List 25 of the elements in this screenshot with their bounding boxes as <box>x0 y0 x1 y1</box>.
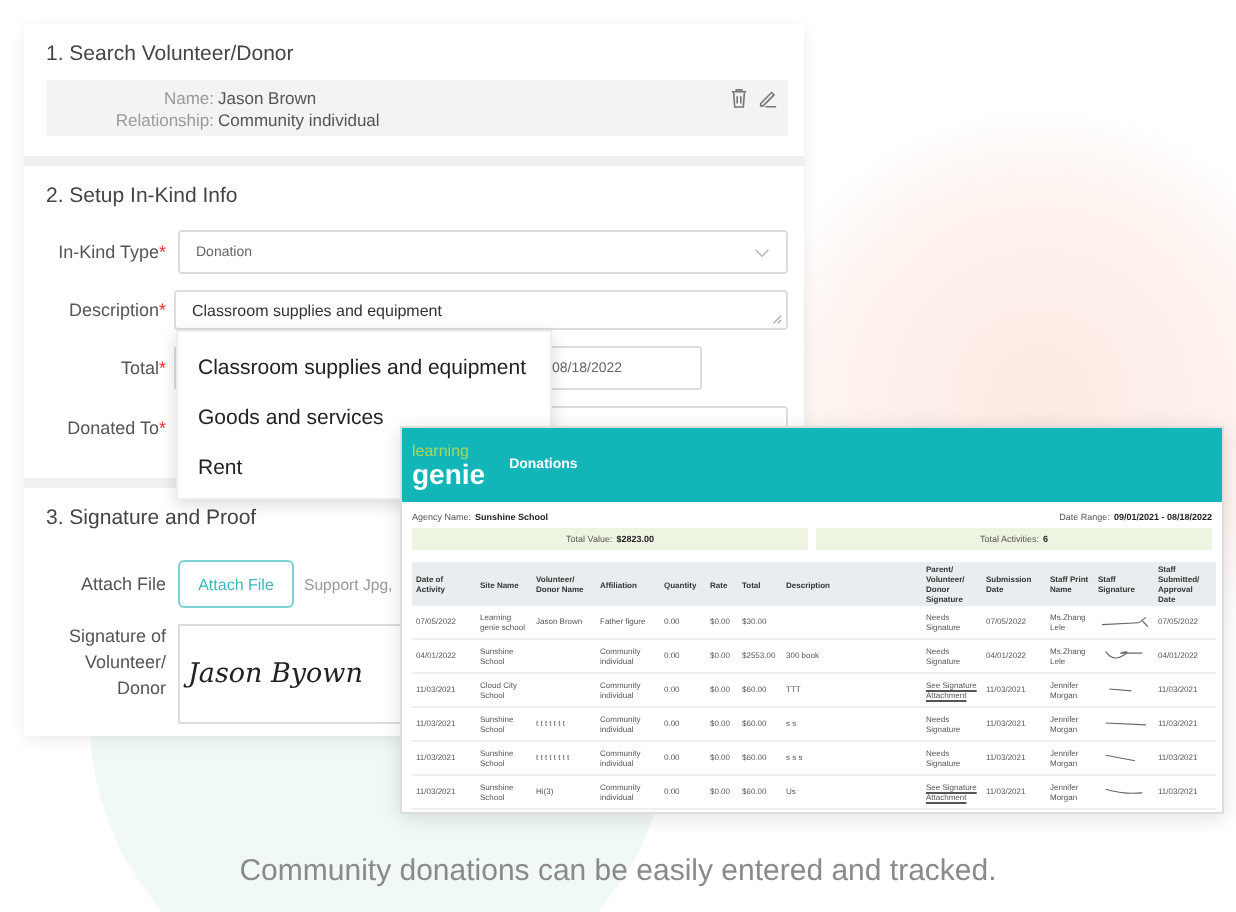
field-label: In-Kind Type* <box>56 242 166 262</box>
chevron-icon <box>754 247 770 257</box>
signature-text: Jason Byown <box>188 658 363 690</box>
caption: Community donations can be easily entered and tracked. <box>237 854 999 888</box>
resize-handle-icon[interactable] <box>772 314 782 324</box>
field-label: Donated To* <box>65 418 166 438</box>
section-title: 3. Signature and Proof <box>46 506 257 532</box>
field-value: Jason Brown <box>218 88 317 108</box>
field-label: Name: <box>161 88 214 108</box>
field-label: Attach File <box>78 574 166 594</box>
pen-icon[interactable] <box>758 88 778 108</box>
field-label: Signature of Volunteer/ Donor <box>66 624 166 702</box>
dropdown-option[interactable]: Classroom supplies and equipment <box>178 344 547 394</box>
logo-text: genie <box>412 459 486 487</box>
dropdown-option[interactable]: Goods and services <box>178 394 404 444</box>
description-field[interactable]: Classroom supplies and equipment <box>174 290 788 330</box>
field-value: Community individual <box>218 110 380 130</box>
field-label: Description* <box>66 300 166 320</box>
logo-text: learning <box>412 443 471 459</box>
field-label: Total* <box>118 358 166 378</box>
section-title: 1. Search Volunteer/Donor <box>46 42 294 68</box>
trash-icon[interactable] <box>730 88 748 108</box>
section-title: 2. Setup In-Kind Info <box>46 184 238 210</box>
dropdown-option[interactable]: Rent <box>178 444 263 494</box>
field-label: Relationship: <box>113 110 214 130</box>
